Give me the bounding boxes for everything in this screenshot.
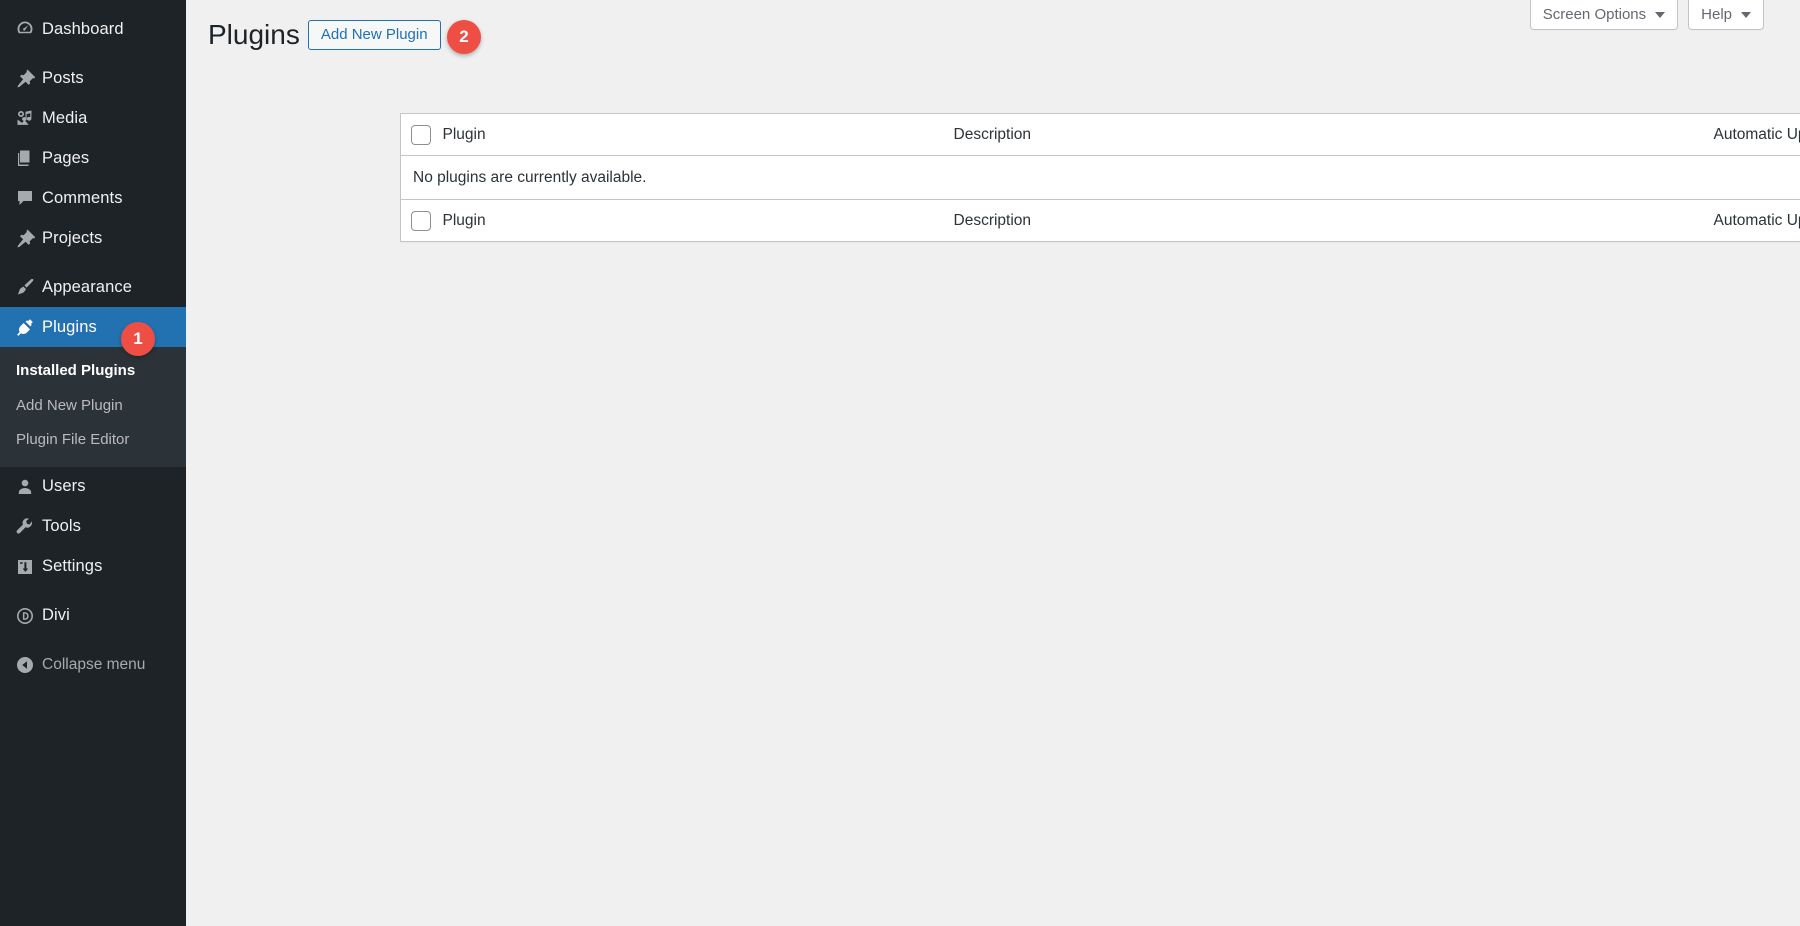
column-header-automatic-updates[interactable]: Automatic Updates <box>1714 114 1800 156</box>
user-icon <box>8 477 42 497</box>
sidebar-item-comments[interactable]: Comments <box>0 178 186 218</box>
sidebar-item-posts[interactable]: Posts <box>0 58 186 98</box>
paintbrush-icon <box>8 277 42 297</box>
chevron-down-icon <box>1655 12 1665 18</box>
screen-meta-links: Screen Options Help <box>1530 0 1764 30</box>
empty-message: No plugins are currently available. <box>401 156 1800 200</box>
active-menu-arrow-icon <box>186 318 195 336</box>
sidebar-item-label: Pages <box>42 150 89 167</box>
select-all-checkbox[interactable] <box>411 125 431 145</box>
sidebar-spacer-2 <box>0 258 186 267</box>
add-new-plugin-button[interactable]: Add New Plugin <box>308 20 441 50</box>
table-row-empty: No plugins are currently available. <box>401 156 1800 200</box>
sidebar-item-pages[interactable]: Pages <box>0 138 186 178</box>
pin-icon <box>8 228 42 248</box>
admin-sidebar: Dashboard Posts Media Pages <box>0 0 186 926</box>
sidebar-item-projects[interactable]: Projects <box>0 218 186 258</box>
sidebar-spacer-top <box>0 0 186 9</box>
plugins-table-body: No plugins are currently available. <box>401 156 1800 200</box>
column-footer-description[interactable]: Description <box>954 200 1714 242</box>
divi-icon <box>8 606 42 626</box>
help-label: Help <box>1701 6 1732 23</box>
sidebar-item-label: Comments <box>42 190 123 207</box>
sidebar-item-label: Media <box>42 110 87 127</box>
sidebar-item-label: Tools <box>42 518 81 535</box>
column-footer-plugin[interactable]: Plugin <box>443 200 954 242</box>
sidebar-spacer-4 <box>0 636 186 645</box>
collapse-menu-button[interactable]: Collapse menu <box>0 645 186 685</box>
sidebar-item-appearance[interactable]: Appearance <box>0 267 186 307</box>
submenu-item-plugin-file-editor[interactable]: Plugin File Editor <box>0 423 186 458</box>
column-footer-automatic-updates[interactable]: Automatic Updates <box>1714 200 1800 242</box>
screen-options-label: Screen Options <box>1543 6 1646 23</box>
plugins-table: Plugin Description Automatic Updates No … <box>400 113 1800 242</box>
sidebar-item-label: Dashboard <box>42 21 124 38</box>
wrench-icon <box>8 517 42 537</box>
media-icon <box>8 108 42 128</box>
sidebar-spacer-3 <box>0 587 186 596</box>
table-header-row: Plugin Description Automatic Updates <box>401 114 1800 156</box>
plugins-submenu: Installed Plugins Add New Plugin Plugin … <box>0 347 186 467</box>
main-content: Screen Options Help Plugins Add New Plug… <box>186 0 1800 926</box>
sidebar-item-media[interactable]: Media <box>0 98 186 138</box>
dashboard-icon <box>8 19 42 39</box>
wp-admin-screen: Dashboard Posts Media Pages <box>0 0 1800 926</box>
column-header-plugin[interactable]: Plugin <box>443 114 954 156</box>
comments-icon <box>8 188 42 208</box>
pin-icon <box>8 68 42 88</box>
table-footer-row: Plugin Description Automatic Updates <box>401 200 1800 242</box>
sidebar-item-dashboard[interactable]: Dashboard <box>0 9 186 49</box>
column-header-description[interactable]: Description <box>954 114 1714 156</box>
sidebar-item-tools[interactable]: Tools <box>0 507 186 547</box>
submenu-item-add-new-plugin[interactable]: Add New Plugin <box>0 389 186 424</box>
sidebar-spacer-1 <box>0 49 186 58</box>
select-all-header <box>401 114 443 156</box>
settings-icon <box>8 557 42 577</box>
sidebar-item-label: Divi <box>42 607 70 624</box>
screen-options-button[interactable]: Screen Options <box>1530 0 1678 30</box>
sidebar-item-label: Posts <box>42 70 84 87</box>
page-header: Plugins Add New Plugin <box>208 17 441 53</box>
sidebar-item-label: Settings <box>42 558 102 575</box>
plug-icon <box>8 317 42 337</box>
annotation-marker-2: 2 <box>447 20 481 54</box>
select-all-footer-header <box>401 200 443 242</box>
sidebar-item-users[interactable]: Users <box>0 467 186 507</box>
page-title: Plugins <box>208 17 308 53</box>
plugins-table-foot: Plugin Description Automatic Updates <box>401 200 1800 242</box>
help-button[interactable]: Help <box>1688 0 1764 30</box>
annotation-marker-1: 1 <box>121 322 155 356</box>
sidebar-item-label: Users <box>42 478 86 495</box>
collapse-arrow-icon <box>8 655 42 675</box>
sidebar-item-label: Plugins <box>42 319 97 336</box>
sidebar-item-label: Appearance <box>42 279 132 296</box>
pages-icon <box>8 148 42 168</box>
submenu-item-installed-plugins[interactable]: Installed Plugins <box>0 354 186 389</box>
plugins-table-head: Plugin Description Automatic Updates <box>401 114 1800 156</box>
sidebar-item-plugins[interactable]: Plugins <box>0 307 186 347</box>
chevron-down-icon <box>1741 12 1751 18</box>
select-all-checkbox-footer[interactable] <box>411 211 431 231</box>
sidebar-item-divi[interactable]: Divi <box>0 596 186 636</box>
collapse-menu-label: Collapse menu <box>42 656 145 674</box>
sidebar-item-settings[interactable]: Settings <box>0 547 186 587</box>
sidebar-item-label: Projects <box>42 230 102 247</box>
